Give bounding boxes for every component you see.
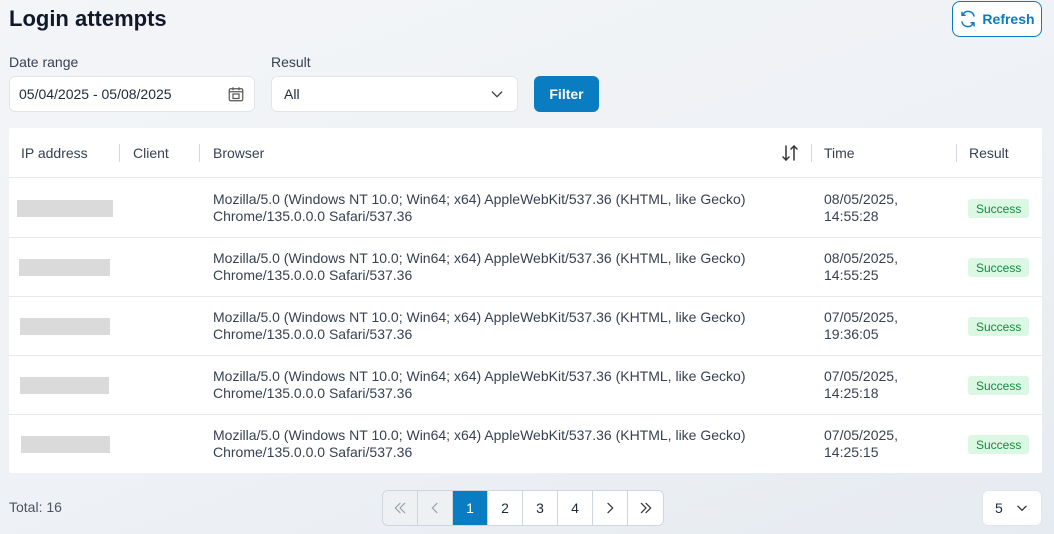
pagination: 1 2 3 4 xyxy=(382,490,664,526)
column-divider xyxy=(199,144,200,162)
table-header: IP address Client Browser Time Result xyxy=(9,128,1042,178)
page-button-3[interactable]: 3 xyxy=(523,491,558,525)
time-clock: 14:55:25 xyxy=(824,267,879,283)
page-size-value: 5 xyxy=(995,500,1003,516)
status-badge: Success xyxy=(968,317,1030,336)
time-date: 07/05/2025, xyxy=(824,427,898,443)
page-button-4[interactable]: 4 xyxy=(558,491,593,525)
browser-line: Chrome/135.0.0.0 Safari/537.36 xyxy=(213,208,413,224)
browser-line: Mozilla/5.0 (Windows NT 10.0; Win64; x64… xyxy=(213,309,746,325)
time-cell: 07/05/2025, 14:25:18 xyxy=(824,368,944,402)
redacted-ip xyxy=(17,200,113,217)
column-divider xyxy=(956,144,957,162)
sort-icon[interactable] xyxy=(781,143,799,163)
column-divider xyxy=(811,144,812,162)
chevron-left-icon xyxy=(431,502,438,514)
table-row: Mozilla/5.0 (Windows NT 10.0; Win64; x64… xyxy=(9,297,1042,356)
refresh-button[interactable]: Refresh xyxy=(952,1,1042,37)
browser-line: Chrome/135.0.0.0 Safari/537.36 xyxy=(213,385,413,401)
date-range-input[interactable]: 05/04/2025 - 05/08/2025 xyxy=(9,76,255,112)
prev-page-button[interactable] xyxy=(418,491,453,525)
browser-line: Chrome/135.0.0.0 Safari/537.36 xyxy=(213,267,413,283)
header-client: Client xyxy=(133,145,169,161)
status-badge: Success xyxy=(968,435,1030,454)
header-browser: Browser xyxy=(213,145,265,161)
next-page-button[interactable] xyxy=(593,491,628,525)
result-label: Result xyxy=(271,54,311,70)
time-cell: 07/05/2025, 14:25:15 xyxy=(824,427,944,461)
time-cell: 07/05/2025, 19:36:05 xyxy=(824,309,944,343)
chevron-right-icon xyxy=(607,502,614,514)
refresh-icon xyxy=(961,10,976,28)
time-cell: 08/05/2025, 14:55:28 xyxy=(824,191,944,225)
table-row: Mozilla/5.0 (Windows NT 10.0; Win64; x64… xyxy=(9,179,1042,238)
column-divider xyxy=(119,144,120,162)
redacted-ip xyxy=(19,259,110,276)
double-chevron-right-icon xyxy=(640,502,652,514)
page-button-2[interactable]: 2 xyxy=(488,491,523,525)
status-badge: Success xyxy=(968,199,1030,218)
browser-cell: Mozilla/5.0 (Windows NT 10.0; Win64; x64… xyxy=(213,191,773,225)
browser-line: Mozilla/5.0 (Windows NT 10.0; Win64; x64… xyxy=(213,368,746,384)
browser-cell: Mozilla/5.0 (Windows NT 10.0; Win64; x64… xyxy=(213,309,773,343)
table-row: Mozilla/5.0 (Windows NT 10.0; Win64; x64… xyxy=(9,356,1042,415)
filter-button[interactable]: Filter xyxy=(534,76,599,112)
time-cell: 08/05/2025, 14:55:25 xyxy=(824,250,944,284)
time-clock: 19:36:05 xyxy=(824,326,879,342)
time-date: 07/05/2025, xyxy=(824,309,898,325)
total-count: Total: 16 xyxy=(9,499,62,515)
header-result: Result xyxy=(969,145,1009,161)
double-chevron-left-icon xyxy=(394,502,406,514)
page-size-select[interactable]: 5 xyxy=(982,490,1042,526)
last-page-button[interactable] xyxy=(628,491,663,525)
time-date: 08/05/2025, xyxy=(824,250,898,266)
time-date: 08/05/2025, xyxy=(824,191,898,207)
login-attempts-table: IP address Client Browser Time Result Mo… xyxy=(9,128,1042,473)
browser-line: Chrome/135.0.0.0 Safari/537.36 xyxy=(213,326,413,342)
browser-cell: Mozilla/5.0 (Windows NT 10.0; Win64; x64… xyxy=(213,427,773,461)
first-page-button[interactable] xyxy=(383,491,418,525)
browser-line: Chrome/135.0.0.0 Safari/537.36 xyxy=(213,444,413,460)
redacted-ip xyxy=(20,377,109,394)
chevron-down-icon xyxy=(1017,505,1027,512)
status-badge: Success xyxy=(968,376,1030,395)
browser-line: Mozilla/5.0 (Windows NT 10.0; Win64; x64… xyxy=(213,250,746,266)
browser-cell: Mozilla/5.0 (Windows NT 10.0; Win64; x64… xyxy=(213,368,773,402)
browser-cell: Mozilla/5.0 (Windows NT 10.0; Win64; x64… xyxy=(213,250,773,284)
date-range-label: Date range xyxy=(9,54,79,70)
table-row: Mozilla/5.0 (Windows NT 10.0; Win64; x64… xyxy=(9,238,1042,297)
result-select[interactable]: All xyxy=(271,76,518,112)
chevron-down-icon xyxy=(491,91,503,98)
time-clock: 14:25:15 xyxy=(824,444,879,460)
refresh-label: Refresh xyxy=(982,11,1035,27)
header-time: Time xyxy=(824,145,855,161)
result-select-value: All xyxy=(284,86,300,102)
header-ip: IP address xyxy=(21,145,88,161)
time-date: 07/05/2025, xyxy=(824,368,898,384)
browser-line: Mozilla/5.0 (Windows NT 10.0; Win64; x64… xyxy=(213,191,746,207)
redacted-ip xyxy=(20,318,110,335)
browser-line: Mozilla/5.0 (Windows NT 10.0; Win64; x64… xyxy=(213,427,746,443)
page-button-1[interactable]: 1 xyxy=(453,491,488,525)
page-title: Login attempts xyxy=(9,6,167,31)
status-badge: Success xyxy=(968,258,1030,277)
table-row: Mozilla/5.0 (Windows NT 10.0; Win64; x64… xyxy=(9,415,1042,474)
time-clock: 14:25:18 xyxy=(824,385,879,401)
redacted-ip xyxy=(21,436,110,453)
calendar-icon xyxy=(228,87,244,102)
date-range-value: 05/04/2025 - 05/08/2025 xyxy=(19,86,172,102)
time-clock: 14:55:28 xyxy=(824,208,879,224)
